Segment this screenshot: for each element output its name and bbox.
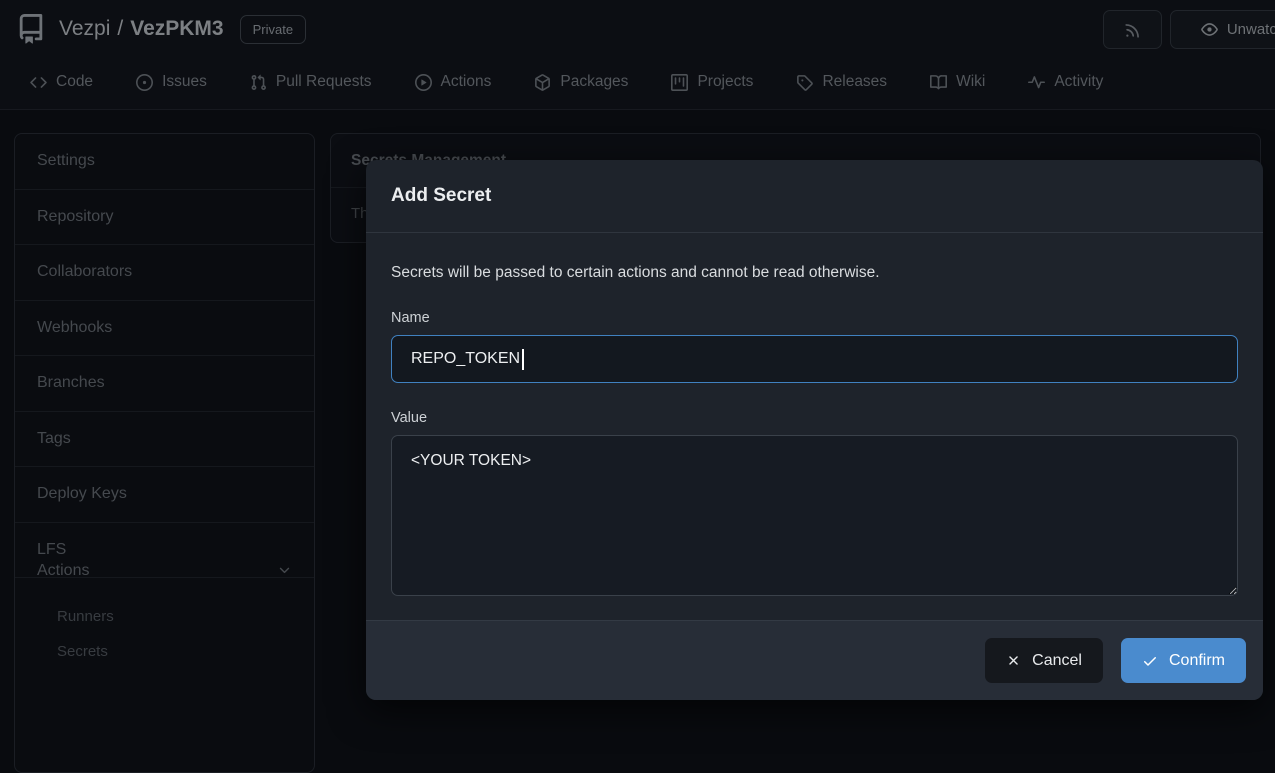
tab-wiki[interactable]: Wiki (930, 73, 985, 91)
confirm-label: Confirm (1169, 652, 1225, 670)
repo-owner-link[interactable]: Vezpi (59, 17, 110, 41)
tab-projects-label: Projects (697, 73, 753, 91)
sidebar-item-tags[interactable]: Tags (15, 412, 314, 468)
rss-button[interactable] (1103, 10, 1162, 49)
rss-icon (1124, 21, 1142, 39)
tab-actions-label: Actions (441, 73, 492, 91)
chevron-down-icon (277, 563, 292, 578)
sidebar-item-actions[interactable]: Actions (15, 543, 314, 599)
tab-activity[interactable]: Activity (1028, 73, 1103, 91)
modal-title: Add Secret (391, 185, 491, 207)
code-icon (30, 74, 47, 91)
sidebar-subitem-runners[interactable]: Runners (15, 599, 314, 634)
secret-value-textarea[interactable]: <YOUR TOKEN> (391, 435, 1238, 596)
sidebar-group-actions: Actions Runners Secrets (15, 578, 314, 634)
sidebar-item-settings[interactable]: Settings (15, 134, 314, 190)
tab-releases[interactable]: Releases (796, 73, 887, 91)
modal-header: Add Secret (366, 160, 1263, 233)
cancel-label: Cancel (1032, 652, 1082, 670)
package-icon (534, 74, 551, 91)
cancel-button[interactable]: Cancel (985, 638, 1103, 683)
sidebar-actions-label: Actions (37, 562, 89, 580)
play-circle-icon (415, 74, 432, 91)
tab-wiki-label: Wiki (956, 73, 985, 91)
tab-code[interactable]: Code (30, 73, 93, 91)
app-header: Vezpi / VezPKM3 Private Unwatch Code Iss… (0, 0, 1275, 110)
sidebar-item-webhooks[interactable]: Webhooks (15, 301, 314, 357)
repo-heading: Vezpi / VezPKM3 Private (16, 14, 306, 44)
modal-footer: Cancel Confirm (366, 620, 1263, 700)
unwatch-label: Unwatch (1227, 21, 1275, 38)
repo-nav: Code Issues Pull Requests Actions Packag… (30, 64, 1103, 100)
repo-title: Vezpi / VezPKM3 (59, 17, 224, 41)
tab-releases-label: Releases (822, 73, 887, 91)
modal-body: Secrets will be passed to certain action… (366, 233, 1263, 601)
eye-icon (1201, 21, 1218, 38)
repo-title-separator: / (117, 17, 123, 41)
tab-actions[interactable]: Actions (415, 73, 492, 91)
tab-pull-requests-label: Pull Requests (276, 73, 372, 91)
unwatch-button[interactable]: Unwatch (1170, 10, 1275, 49)
issue-opened-icon (136, 74, 153, 91)
text-cursor (522, 349, 524, 370)
project-board-icon (671, 74, 688, 91)
confirm-button[interactable]: Confirm (1121, 638, 1246, 683)
repo-book-icon (16, 14, 46, 44)
tab-issues[interactable]: Issues (136, 73, 207, 91)
private-badge: Private (240, 15, 306, 44)
sidebar-subitem-secrets[interactable]: Secrets (15, 634, 314, 669)
tab-packages[interactable]: Packages (534, 73, 628, 91)
modal-description: Secrets will be passed to certain action… (391, 264, 1238, 282)
tab-packages-label: Packages (560, 73, 628, 91)
x-icon (1006, 653, 1021, 668)
tab-activity-label: Activity (1054, 73, 1103, 91)
secret-name-input[interactable]: REPO_TOKEN (391, 335, 1238, 383)
value-field-label: Value (391, 410, 1238, 426)
git-pull-request-icon (250, 74, 267, 91)
repo-name-link[interactable]: VezPKM3 (130, 17, 223, 41)
tab-pull-requests[interactable]: Pull Requests (250, 73, 372, 91)
tag-icon (796, 74, 813, 91)
add-secret-modal: Add Secret Secrets will be passed to cer… (366, 160, 1263, 700)
tab-projects[interactable]: Projects (671, 73, 753, 91)
name-field-label: Name (391, 310, 1238, 326)
tab-issues-label: Issues (162, 73, 207, 91)
sidebar-item-repository[interactable]: Repository (15, 190, 314, 246)
sidebar-item-collaborators[interactable]: Collaborators (15, 245, 314, 301)
pulse-icon (1028, 74, 1045, 91)
sidebar-item-deploy-keys[interactable]: Deploy Keys (15, 467, 314, 523)
tab-code-label: Code (56, 73, 93, 91)
book-icon (930, 74, 947, 91)
settings-sidebar: Settings Repository Collaborators Webhoo… (14, 133, 315, 773)
check-icon (1142, 653, 1158, 669)
secret-name-value: REPO_TOKEN (411, 350, 520, 368)
sidebar-item-branches[interactable]: Branches (15, 356, 314, 412)
